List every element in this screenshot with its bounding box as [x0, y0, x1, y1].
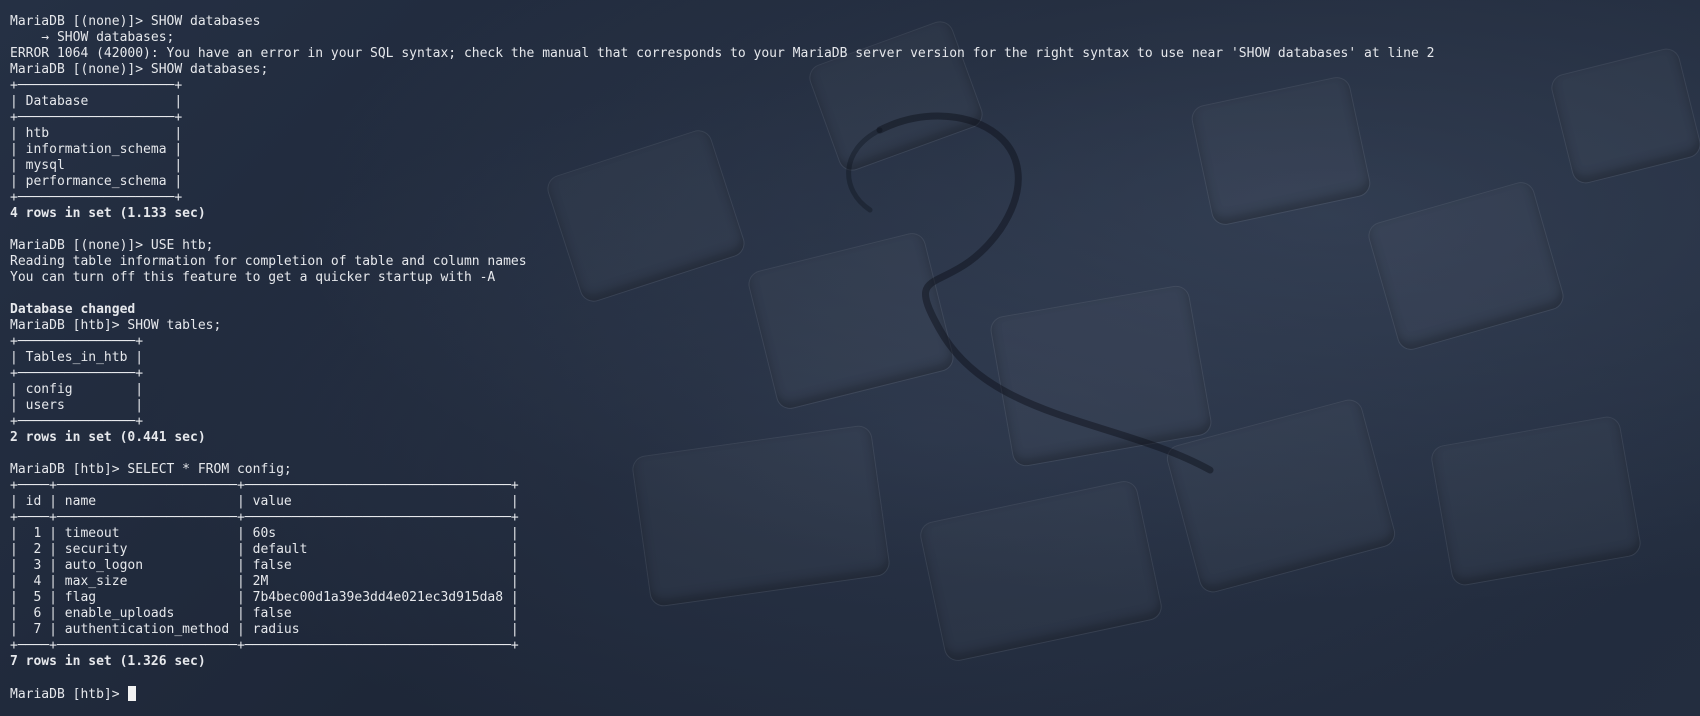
terminal-line: MariaDB [(none)]> SHOW databases;	[10, 62, 269, 77]
terminal-line: → SHOW databases;	[10, 30, 175, 45]
terminal-line: | performance_schema |	[10, 174, 183, 189]
terminal-line: +────+───────────────────────+──────────…	[10, 478, 519, 493]
terminal-line: | Tables_in_htb |	[10, 350, 144, 365]
terminal-line: +────+───────────────────────+──────────…	[10, 510, 519, 525]
terminal-line: +───────────────+	[10, 334, 144, 349]
terminal-line: | 7 | authentication_method | radius |	[10, 622, 519, 637]
terminal-line: +────────────────────+	[10, 110, 183, 125]
terminal-prompt: MariaDB [htb]>	[10, 687, 128, 702]
terminal-line: Database changed	[10, 302, 136, 317]
terminal-line: | mysql |	[10, 158, 183, 173]
terminal-line: +───────────────+	[10, 414, 144, 429]
terminal-line: +────────────────────+	[10, 190, 183, 205]
terminal-line: +────────────────────+	[10, 78, 183, 93]
terminal-line: You can turn off this feature to get a q…	[10, 270, 496, 285]
terminal-line: | 4 | max_size | 2M |	[10, 574, 519, 589]
terminal-window[interactable]: MariaDB [(none)]> SHOW databases → SHOW …	[0, 0, 1700, 716]
terminal-line: Reading table information for completion…	[10, 254, 527, 269]
terminal-line: | config |	[10, 382, 144, 397]
terminal-line: | 2 | security | default |	[10, 542, 519, 557]
terminal-line: | id | name | value |	[10, 494, 519, 509]
terminal-line: MariaDB [(none)]> USE htb;	[10, 238, 214, 253]
terminal-line: | htb |	[10, 126, 183, 141]
terminal-line: 2 rows in set (0.441 sec)	[10, 430, 206, 445]
terminal-line: 4 rows in set (1.133 sec)	[10, 206, 206, 221]
terminal-cursor	[128, 686, 137, 701]
terminal-prompt-line[interactable]: MariaDB [htb]>	[10, 686, 1700, 702]
terminal-output: MariaDB [(none)]> SHOW databases → SHOW …	[10, 14, 1700, 686]
terminal-line: ERROR 1064 (42000): You have an error in…	[10, 46, 1435, 61]
terminal-line: 7 rows in set (1.326 sec)	[10, 654, 206, 669]
terminal-line: +────+───────────────────────+──────────…	[10, 638, 519, 653]
terminal-line: | 1 | timeout | 60s |	[10, 526, 519, 541]
terminal-line: | information_schema |	[10, 142, 183, 157]
terminal-line: | 6 | enable_uploads | false |	[10, 606, 519, 621]
terminal-line: | users |	[10, 398, 144, 413]
terminal-line: | Database |	[10, 94, 183, 109]
terminal-line: +───────────────+	[10, 366, 144, 381]
terminal-line: | 5 | flag | 7b4bec00d1a39e3dd4e021ec3d9…	[10, 590, 519, 605]
desktop-background: MariaDB [(none)]> SHOW databases → SHOW …	[0, 0, 1700, 716]
terminal-line: MariaDB [htb]> SHOW tables;	[10, 318, 222, 333]
terminal-line: | 3 | auto_logon | false |	[10, 558, 519, 573]
terminal-line: MariaDB [(none)]> SHOW databases	[10, 14, 261, 29]
terminal-line: MariaDB [htb]> SELECT * FROM config;	[10, 462, 292, 477]
